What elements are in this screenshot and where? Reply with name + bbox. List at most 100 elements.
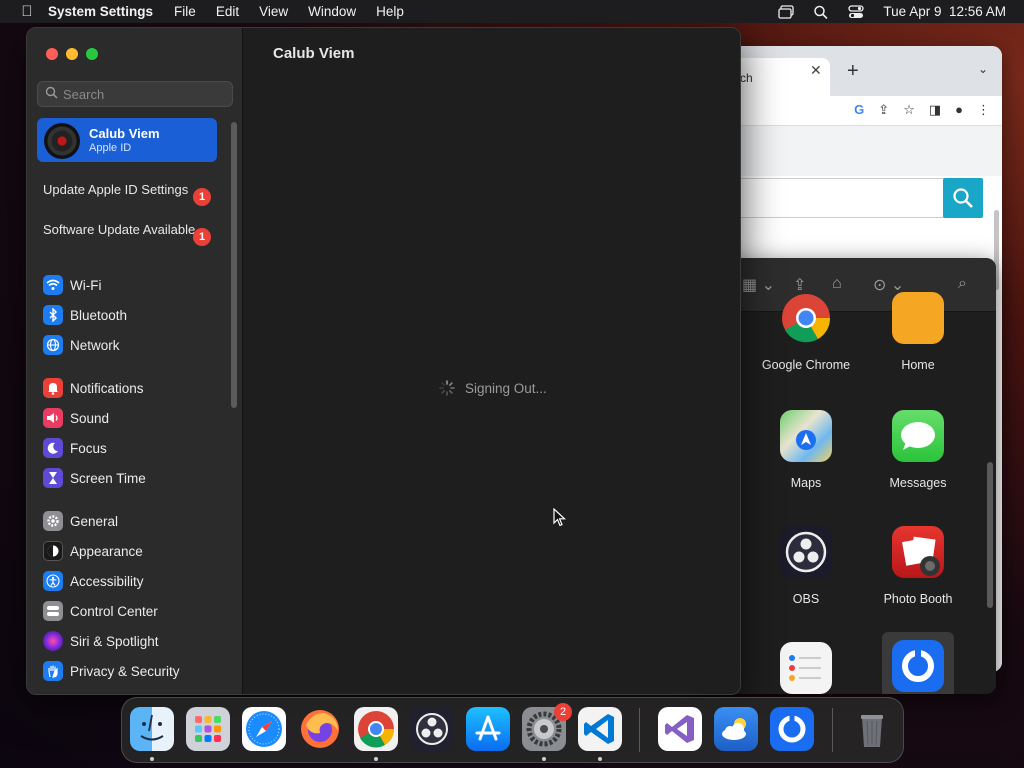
firefox-icon [301, 710, 339, 748]
tab-search-chevron-icon[interactable]: ⌄ [978, 62, 988, 76]
tag-icon[interactable]: ⌂ [832, 275, 842, 293]
sidebar-item-network[interactable]: Network [43, 334, 228, 356]
menu-window[interactable]: Window [308, 4, 356, 19]
minimize-window-button[interactable] [66, 48, 78, 60]
sidebar-item-screen-time[interactable]: Screen Time [43, 467, 228, 489]
gear-icon [43, 511, 63, 531]
zoom-window-button[interactable] [86, 48, 98, 60]
app-label: Messages [889, 476, 947, 490]
tab-close-icon[interactable]: ✕ [810, 62, 822, 79]
clock-text[interactable]: Tue Apr 9 12:56 AM [883, 4, 1006, 19]
obs-icon [416, 713, 448, 745]
dock-trash[interactable] [850, 707, 894, 751]
dock-finder[interactable] [130, 707, 174, 751]
spinner-icon [439, 380, 455, 396]
avatar [44, 123, 80, 159]
spotlight-search-icon[interactable] [813, 5, 829, 19]
apple-menu-icon[interactable]:  [16, 3, 38, 20]
page-search-button[interactable] [943, 178, 983, 218]
notice-label: Update Apple ID Settings [43, 182, 189, 197]
sidebar-item-privacy-security[interactable]: Privacy & Security [43, 660, 228, 682]
trash-icon [861, 715, 883, 747]
chrome-icon [780, 292, 832, 344]
app-home[interactable]: Home [863, 292, 973, 372]
notification-badge: 2 [554, 703, 572, 721]
control-center-icon [43, 601, 63, 621]
profile-name: Calub Viem [89, 126, 160, 141]
side-panel-icon[interactable]: ◨ [929, 102, 941, 118]
chrome-toolbar: G ⇪ ☆ ◨ ● ⋮ [700, 96, 1002, 126]
dock-firefox[interactable] [298, 707, 342, 751]
dock-system-settings[interactable]: 2 [522, 703, 572, 751]
app-label: Home [901, 358, 935, 372]
menu-view[interactable]: View [259, 4, 288, 19]
sidebar-item-notifications[interactable]: Notifications [43, 377, 228, 399]
settings-search-input[interactable]: Search [37, 81, 233, 107]
applications-window: ▦ ⌄ ⇪ ⌂ ⊙ ⌄ ⌕ Google Chrome Home Maps Me… [700, 258, 996, 694]
sidebar-item-general[interactable]: General [43, 510, 228, 532]
menu-file[interactable]: File [174, 4, 196, 19]
app-messages[interactable]: Messages [863, 410, 973, 490]
sidebar-item-siri-spotlight[interactable]: Siri & Spotlight [43, 630, 228, 652]
app-obs[interactable]: OBS [751, 526, 861, 606]
launchpad-icon [195, 716, 221, 742]
software-update-item[interactable]: Software Update Available [43, 222, 213, 238]
dock-safari[interactable] [242, 707, 286, 751]
dock-weather[interactable] [714, 707, 758, 751]
apps-grid: Google Chrome Home Maps Messages OBS Pho… [700, 292, 996, 694]
app-photo-booth[interactable]: Photo Booth [863, 526, 973, 606]
dock-ring-app[interactable] [770, 707, 814, 751]
sidebar-scrollbar[interactable] [231, 122, 237, 408]
page-title: Calub Viem [273, 45, 355, 62]
dock-app-store[interactable] [466, 707, 510, 751]
search-icon[interactable]: ⌕ [958, 275, 967, 293]
close-window-button[interactable] [46, 48, 58, 60]
google-icon[interactable]: G [854, 102, 864, 118]
sidebar-item-focus[interactable]: Focus [43, 437, 228, 459]
screen-mirroring-icon[interactable] [778, 4, 795, 19]
dock-visual-studio[interactable] [658, 707, 702, 751]
profile-icon[interactable]: ● [955, 102, 963, 118]
running-indicator [374, 757, 378, 761]
mouse-cursor-icon [553, 507, 567, 533]
apple-id-profile-item[interactable]: Calub Viem Apple ID [37, 118, 217, 162]
sidebar-item-label: General [70, 513, 119, 529]
sidebar-item-bluetooth[interactable]: Bluetooth [43, 304, 228, 326]
app-name-menu[interactable]: System Settings [48, 4, 153, 19]
app-reminders[interactable] [751, 642, 861, 694]
bell-icon [43, 378, 63, 398]
more-menu-icon[interactable]: ⋮ [977, 102, 990, 118]
update-apple-id-settings-item[interactable]: Update Apple ID Settings [43, 182, 213, 198]
speaker-icon [43, 408, 63, 428]
appearance-icon [43, 541, 63, 561]
app-google-chrome[interactable]: Google Chrome [751, 292, 861, 372]
dock-vscode[interactable] [578, 707, 622, 751]
control-center-icon[interactable] [848, 4, 865, 19]
menu-edit[interactable]: Edit [216, 4, 239, 19]
sidebar-item-label: Network [70, 337, 120, 353]
sidebar-item-wifi[interactable]: Wi-Fi [43, 274, 228, 296]
sidebar-item-sound[interactable]: Sound [43, 407, 228, 429]
app-ring[interactable] [863, 632, 973, 694]
page-search-input[interactable] [730, 178, 946, 218]
messages-icon [892, 410, 944, 462]
chrome-tab-title: ch [740, 71, 753, 85]
signing-out-status: Signing Out... [439, 380, 547, 396]
sidebar-item-appearance[interactable]: Appearance [43, 540, 228, 562]
dock-launchpad[interactable] [186, 707, 230, 751]
hand-icon [43, 661, 63, 681]
dock-chrome[interactable] [354, 707, 398, 751]
globe-icon [43, 335, 63, 355]
sidebar-item-accessibility[interactable]: Accessibility [43, 570, 228, 592]
ring-app-icon [778, 715, 806, 743]
apps-scrollbar[interactable] [987, 462, 993, 608]
menu-help[interactable]: Help [376, 4, 404, 19]
vscode-icon [584, 714, 614, 744]
share-icon[interactable]: ⇪ [878, 102, 889, 118]
app-maps[interactable]: Maps [751, 410, 861, 490]
finder-icon [140, 714, 164, 741]
sidebar-item-control-center[interactable]: Control Center [43, 600, 228, 622]
new-tab-icon[interactable]: + [847, 60, 859, 83]
dock-obs[interactable] [410, 707, 454, 751]
bookmark-star-icon[interactable]: ☆ [903, 102, 915, 118]
